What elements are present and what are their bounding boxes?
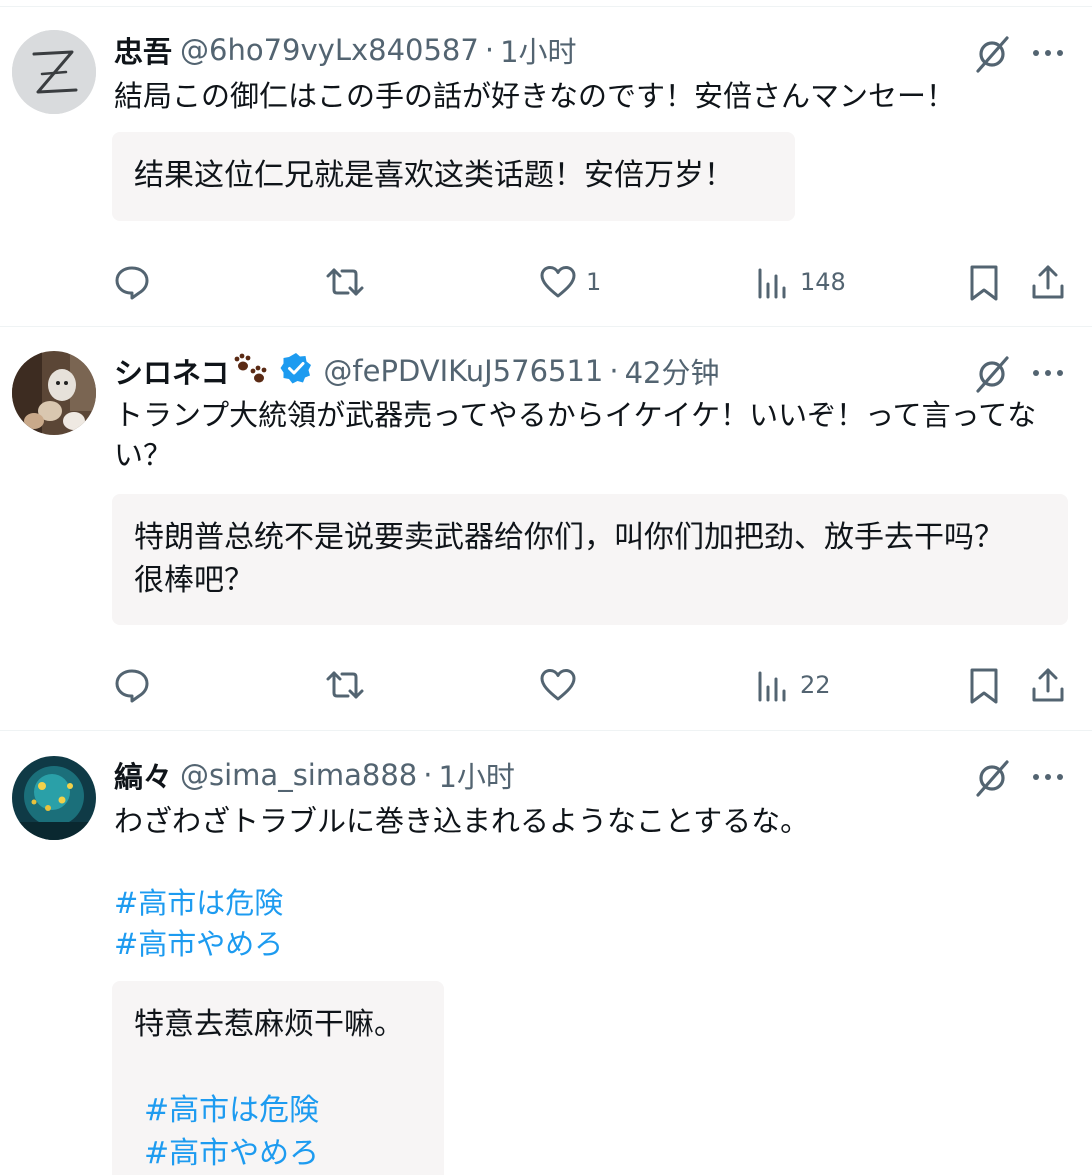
separator-dot: · <box>423 758 433 792</box>
user-handle[interactable]: @sima_sima888 <box>180 758 417 792</box>
reply-icon <box>115 266 149 300</box>
views-button[interactable]: 22 <box>752 663 831 707</box>
views-button[interactable]: 148 <box>752 260 846 304</box>
separator-dot: · <box>609 354 619 388</box>
post-3[interactable]: 縞々 @sima_sima888 · 1小时 わざわざトラブルに巻き込まれるよう… <box>0 731 1092 1175</box>
views-icon <box>758 268 786 299</box>
avatar[interactable] <box>12 30 96 114</box>
bookmark-icon <box>970 265 998 301</box>
bookmark-button[interactable] <box>964 663 1004 707</box>
more-icon[interactable] <box>1026 755 1070 799</box>
post-2[interactable]: シロネコ @fePDVIKuJ576511 · 42分钟 トランプ大統領が武器売… <box>0 327 1092 730</box>
user-handle[interactable]: @6ho79vyLx840587 <box>180 33 479 67</box>
post-header: 縞々 @sima_sima888 · 1小时 <box>114 755 515 795</box>
post-1[interactable]: 忠吾 @6ho79vyLx840587 · 1小时 結局この御仁はこの手の話が好… <box>0 0 1092 326</box>
display-name[interactable]: シロネコ <box>114 350 229 392</box>
display-name[interactable]: 忠吾 <box>114 29 172 71</box>
share-icon <box>1032 265 1064 299</box>
avatar-image <box>12 351 96 435</box>
like-button[interactable] <box>538 663 578 707</box>
hashtag-link[interactable]: #高市は危険 <box>114 883 283 923</box>
view-count: 22 <box>800 671 831 699</box>
avatar[interactable] <box>12 351 96 435</box>
repost-button[interactable] <box>324 663 366 707</box>
repost-button[interactable] <box>324 260 366 304</box>
heart-icon <box>540 669 576 701</box>
bookmark-icon <box>970 668 998 704</box>
more-icon[interactable] <box>1026 351 1070 395</box>
post-header: 忠吾 @6ho79vyLx840587 · 1小时 <box>114 30 577 70</box>
more-icon[interactable] <box>1026 31 1070 75</box>
like-count: 1 <box>586 268 602 296</box>
hashtag-link[interactable]: #高市やめろ <box>114 924 283 964</box>
translation-text: 结果这位仁兄就是喜欢这类话题！安倍万岁！ <box>134 158 734 193</box>
reply-button[interactable] <box>112 260 152 304</box>
post-text: トランプ大統領が武器売ってやるからイケイケ！いいぞ！って言ってない？ <box>114 398 1037 472</box>
translation-box: 特意去惹麻烦干嘛。 #高市は危険 #高市やめろ <box>112 981 444 1175</box>
post-text: わざわざトラブルに巻き込まれるようなことするな。 <box>114 804 810 838</box>
bookmark-button[interactable] <box>964 260 1004 304</box>
separator-dot: · <box>484 33 495 67</box>
action-bar: 1 148 <box>0 260 1092 304</box>
share-icon <box>1032 668 1064 702</box>
reply-feed: 忠吾 @6ho79vyLx840587 · 1小时 結局この御仁はこの手の話が好… <box>0 0 1092 1175</box>
display-name[interactable]: 縞々 <box>114 754 172 796</box>
action-bar: 22 <box>0 663 1092 707</box>
grok-icon[interactable] <box>970 351 1014 395</box>
views-icon <box>758 671 786 702</box>
avatar-image <box>12 30 96 114</box>
grok-icon[interactable] <box>970 31 1014 75</box>
verified-badge-icon[interactable] <box>279 351 313 392</box>
avatar[interactable] <box>12 756 96 840</box>
grok-icon[interactable] <box>970 755 1014 799</box>
like-button[interactable]: 1 <box>538 260 601 304</box>
avatar-image <box>12 756 96 840</box>
heart-icon <box>540 266 576 298</box>
share-button[interactable] <box>1028 260 1068 304</box>
reply-icon <box>115 669 149 703</box>
translation-text: 特意去惹麻烦干嘛。 <box>134 1007 404 1042</box>
user-handle[interactable]: @fePDVIKuJ576511 <box>323 354 603 388</box>
hashtag-link[interactable]: #高市は危険 <box>134 1089 422 1132</box>
share-button[interactable] <box>1028 663 1068 707</box>
post-time[interactable]: 42分钟 <box>625 350 720 392</box>
view-count: 148 <box>800 268 846 296</box>
hashtag-link[interactable]: #高市やめろ <box>134 1132 422 1175</box>
paw-prints-icon <box>231 350 271 393</box>
post-text: 結局この御仁はこの手の話が好きなのです！安倍さんマンセー！ <box>114 79 956 113</box>
post-time[interactable]: 1小时 <box>500 29 576 71</box>
translation-text: 特朗普总统不是说要卖武器给你们，叫你们加把劲、放手去干吗？很棒吧？ <box>134 520 1004 598</box>
reply-button[interactable] <box>112 663 152 707</box>
repost-icon <box>326 671 364 699</box>
translation-box: 特朗普总统不是说要卖武器给你们，叫你们加把劲、放手去干吗？很棒吧？ <box>112 494 1068 625</box>
repost-icon <box>326 268 364 296</box>
translation-box: 结果这位仁兄就是喜欢这类话题！安倍万岁！ <box>112 132 795 221</box>
post-time[interactable]: 1小时 <box>438 754 514 796</box>
post-header: シロネコ @fePDVIKuJ576511 · 42分钟 <box>114 351 720 391</box>
